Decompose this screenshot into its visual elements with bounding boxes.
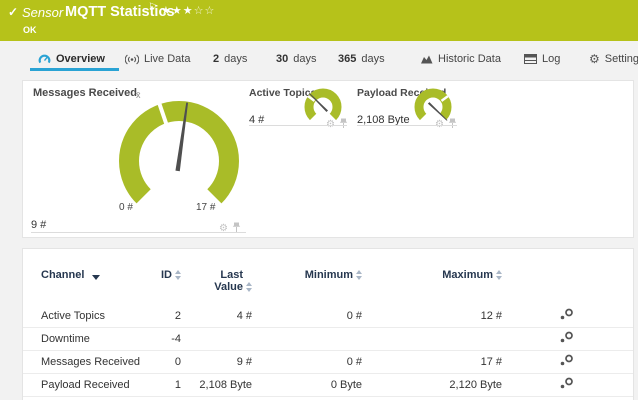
table-header-row: Channel ID Last Value Minimum Maximum <box>23 269 633 305</box>
tab-historic-data[interactable]: Historic Data <box>421 50 501 68</box>
status-badge: OK <box>23 25 37 35</box>
column-header-channel[interactable]: Channel <box>41 269 100 281</box>
primary-gauge-max-label: 17 # <box>196 202 215 213</box>
table-row[interactable]: Payload Received 1 2,108 Byte 0 Byte 2,1… <box>23 374 633 397</box>
flag-icon[interactable]: ⚐ <box>148 2 157 13</box>
active-tab-underline <box>30 68 119 71</box>
table-row[interactable]: Active Topics 2 4 # 0 # 12 # <box>23 305 633 328</box>
primary-tile-actions: ⚙ <box>219 220 241 238</box>
primary-tile-divider <box>31 232 246 233</box>
live-data-icon <box>125 54 139 65</box>
gauge-icon <box>38 53 51 65</box>
channel-settings-icon[interactable] <box>559 335 575 347</box>
column-header-last-value[interactable]: Last Value <box>203 269 252 293</box>
channel-table: Channel ID Last Value Minimum Maximum Ac… <box>23 269 633 397</box>
gear-icon: ⚙ <box>589 53 600 65</box>
log-icon <box>524 54 537 64</box>
tab-live-data[interactable]: Live Data <box>125 50 190 68</box>
sort-icon <box>496 270 502 280</box>
channel-settings-icon[interactable] <box>559 381 575 393</box>
tab-settings[interactable]: ⚙ Settings <box>589 50 638 68</box>
column-header-maximum[interactable]: Maximum <box>442 269 502 281</box>
primary-gauge-min-label: 0 # <box>119 202 133 213</box>
sensor-title: MQTT Statistics <box>65 4 175 20</box>
tab-2-days[interactable]: 2days <box>213 50 247 68</box>
table-row[interactable]: Messages Received 0 9 # 0 # 17 # <box>23 351 633 374</box>
channel-settings-icon[interactable] <box>559 358 575 370</box>
small-tile-2-divider <box>357 125 457 126</box>
column-header-id[interactable]: ID <box>161 269 181 281</box>
priority-stars[interactable]: ★★★☆☆ <box>161 4 215 17</box>
column-header-minimum[interactable]: Minimum <box>305 269 362 281</box>
tab-log[interactable]: Log <box>524 50 560 68</box>
channel-table-panel: Channel ID Last Value Minimum Maximum Ac… <box>22 248 634 400</box>
sensor-header: ✓ Sensor MQTT Statistics ⚐ ★★★☆☆ OK <box>0 0 638 41</box>
primary-gauge-value: 9 # <box>31 219 46 231</box>
table-row[interactable]: Downtime -4 <box>23 328 633 351</box>
status-check-icon: ✓ <box>8 5 18 19</box>
historic-chart-icon <box>421 54 433 64</box>
tab-overview[interactable]: Overview <box>38 50 105 68</box>
gauges-panel: Messages Received x̄ 0 # 17 # 9 # ⚙ Acti… <box>22 80 634 238</box>
tab-30-days[interactable]: 30days <box>276 50 317 68</box>
sort-desc-icon <box>92 275 100 280</box>
channel-settings-icon[interactable] <box>559 312 575 324</box>
object-type-label: Sensor <box>22 5 63 20</box>
small-tile-1-divider <box>249 125 347 126</box>
prtg-sensor-page: ✓ Sensor MQTT Statistics ⚐ ★★★☆☆ OK Over… <box>0 0 638 400</box>
sort-icon <box>246 282 252 292</box>
pin-icon[interactable] <box>232 220 241 238</box>
tab-365-days[interactable]: 365days <box>338 50 385 68</box>
